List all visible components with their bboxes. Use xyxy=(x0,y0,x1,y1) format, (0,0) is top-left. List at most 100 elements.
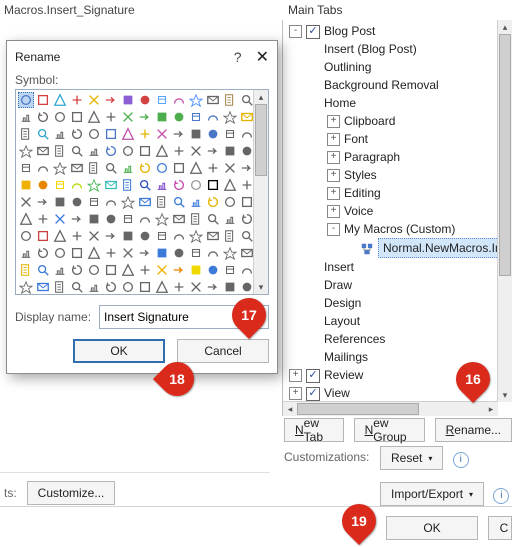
symbol-option[interactable] xyxy=(120,109,136,125)
symbol-option[interactable] xyxy=(18,211,34,227)
symbol-option[interactable] xyxy=(35,194,51,210)
symbol-option[interactable] xyxy=(154,262,170,278)
symbol-option[interactable] xyxy=(171,92,187,108)
symbol-option[interactable] xyxy=(35,211,51,227)
ribbon-tree-vertical-scrollbar[interactable]: ▴ ▾ xyxy=(497,20,512,402)
symbol-option[interactable] xyxy=(171,126,187,142)
tree-item[interactable]: +Voice xyxy=(287,202,508,220)
symbol-option[interactable] xyxy=(52,194,68,210)
symbol-option[interactable] xyxy=(137,126,153,142)
symbol-option[interactable] xyxy=(137,160,153,176)
symbol-option[interactable] xyxy=(52,109,68,125)
symbol-option[interactable] xyxy=(120,92,136,108)
symbol-option[interactable] xyxy=(103,211,119,227)
symbol-option[interactable] xyxy=(154,92,170,108)
symbol-option[interactable] xyxy=(205,194,221,210)
symbol-option[interactable] xyxy=(171,143,187,159)
symbol-option[interactable] xyxy=(52,177,68,193)
symbol-option[interactable] xyxy=(69,245,85,261)
symbol-option[interactable] xyxy=(69,109,85,125)
tree-item[interactable]: References xyxy=(287,330,508,348)
info-icon[interactable]: i xyxy=(453,452,469,468)
symbol-option[interactable] xyxy=(154,177,170,193)
symbol-option[interactable] xyxy=(171,262,187,278)
symbol-option[interactable] xyxy=(205,126,221,142)
expand-icon[interactable]: + xyxy=(289,387,302,400)
symbol-option[interactable] xyxy=(86,211,102,227)
options-ok-button[interactable]: OK xyxy=(386,516,478,540)
symbol-option[interactable] xyxy=(18,109,34,125)
symbol-option[interactable] xyxy=(120,177,136,193)
symbol-option[interactable] xyxy=(205,109,221,125)
scroll-left-arrow[interactable]: ◂ xyxy=(283,402,297,416)
symbol-option[interactable] xyxy=(222,126,238,142)
symbol-option[interactable] xyxy=(171,109,187,125)
symbol-option[interactable] xyxy=(52,279,68,295)
symbol-option[interactable] xyxy=(35,279,51,295)
symbol-option[interactable] xyxy=(222,109,238,125)
symbol-option[interactable] xyxy=(137,92,153,108)
scroll-up-arrow[interactable]: ▴ xyxy=(498,20,512,34)
symbol-option[interactable] xyxy=(69,262,85,278)
symbol-option[interactable] xyxy=(171,228,187,244)
scroll-right-arrow[interactable]: ▸ xyxy=(484,402,498,416)
symbol-option[interactable] xyxy=(69,177,85,193)
expand-icon[interactable]: + xyxy=(327,133,340,146)
symbol-option[interactable] xyxy=(18,126,34,142)
tree-item[interactable]: +View xyxy=(287,384,508,402)
symbol-option[interactable] xyxy=(86,126,102,142)
symbol-option[interactable] xyxy=(86,262,102,278)
symbol-option[interactable] xyxy=(222,143,238,159)
symbol-option[interactable] xyxy=(18,262,34,278)
scroll-thumb[interactable] xyxy=(297,403,419,415)
symbol-option[interactable] xyxy=(171,194,187,210)
tree-item[interactable]: +Font xyxy=(287,130,508,148)
symbol-option[interactable] xyxy=(154,126,170,142)
symbol-option[interactable] xyxy=(137,245,153,261)
expand-icon[interactable]: + xyxy=(327,187,340,200)
symbol-option[interactable] xyxy=(69,228,85,244)
tree-item[interactable]: Design xyxy=(287,294,508,312)
symbol-option[interactable] xyxy=(86,194,102,210)
checkbox-icon[interactable] xyxy=(306,25,320,39)
customize-shortcuts-button[interactable]: Customize... xyxy=(27,481,116,505)
symbol-option[interactable] xyxy=(86,143,102,159)
symbol-option[interactable] xyxy=(188,160,204,176)
symbol-option[interactable] xyxy=(171,177,187,193)
scroll-thumb[interactable] xyxy=(255,104,267,176)
symbol-option[interactable] xyxy=(137,279,153,295)
tree-item[interactable]: Insert (Blog Post) xyxy=(287,40,508,58)
symbol-option[interactable] xyxy=(52,92,68,108)
symbol-option[interactable] xyxy=(35,92,51,108)
symbol-option[interactable] xyxy=(222,262,238,278)
tree-item[interactable]: Home xyxy=(287,94,508,112)
symbol-option[interactable] xyxy=(205,143,221,159)
symbol-option[interactable] xyxy=(188,126,204,142)
tree-item[interactable]: +Styles xyxy=(287,166,508,184)
symbol-option[interactable] xyxy=(86,245,102,261)
tree-item[interactable]: Layout xyxy=(287,312,508,330)
new-group-button[interactable]: New Group xyxy=(354,418,425,442)
tree-item[interactable]: Draw xyxy=(287,276,508,294)
reset-dropdown-button[interactable]: Reset▾ xyxy=(380,446,443,470)
symbol-option[interactable] xyxy=(52,143,68,159)
symbol-option[interactable] xyxy=(222,92,238,108)
symbol-option[interactable] xyxy=(18,279,34,295)
collapse-icon[interactable]: - xyxy=(289,25,302,38)
symbol-option[interactable] xyxy=(52,245,68,261)
symbol-option[interactable] xyxy=(103,177,119,193)
symbol-option[interactable] xyxy=(188,279,204,295)
symbol-option[interactable] xyxy=(154,228,170,244)
macro-list-selected-item[interactable]: Macros.Insert_Signature xyxy=(0,1,186,19)
symbol-option[interactable] xyxy=(154,160,170,176)
symbol-option[interactable] xyxy=(137,109,153,125)
symbol-option[interactable] xyxy=(103,143,119,159)
symbol-option[interactable] xyxy=(103,109,119,125)
tree-item[interactable]: Outlining xyxy=(287,58,508,76)
symbol-option[interactable] xyxy=(69,126,85,142)
symbol-option[interactable] xyxy=(103,279,119,295)
symbol-option[interactable] xyxy=(18,245,34,261)
symbol-option[interactable] xyxy=(205,211,221,227)
symbol-option[interactable] xyxy=(188,194,204,210)
symbol-option[interactable] xyxy=(205,177,221,193)
